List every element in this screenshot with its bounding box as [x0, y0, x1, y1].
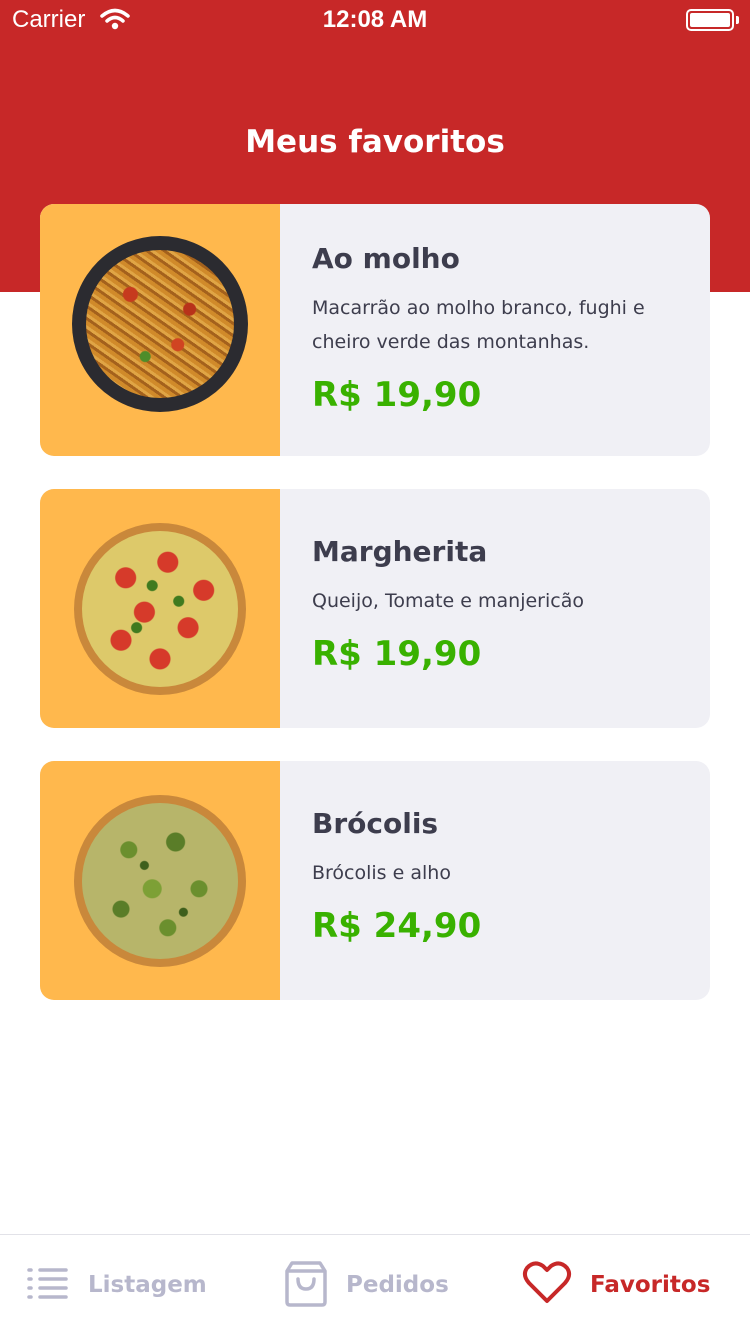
pizza-margherita-image — [74, 523, 246, 695]
pizza-broccoli-image — [74, 795, 246, 967]
food-price: R$ 19,90 — [312, 634, 482, 674]
food-image-container — [40, 204, 280, 456]
food-name: Brócolis — [312, 807, 439, 840]
food-image-container — [40, 489, 280, 728]
shopping-bag-icon — [284, 1259, 328, 1311]
food-price: R$ 24,90 — [312, 906, 482, 946]
favorite-card[interactable]: Margherita Queijo, Tomate e manjericão R… — [40, 489, 710, 728]
tab-pedidos[interactable]: Pedidos — [284, 1235, 449, 1334]
tab-label: Listagem — [88, 1272, 207, 1298]
status-bar: Carrier 12:08 AM — [0, 0, 750, 40]
tab-bar: Listagem Pedidos Favoritos — [0, 1234, 750, 1334]
pasta-image — [72, 236, 248, 412]
food-description: Macarrão ao molho branco, fughi e cheiro… — [312, 297, 645, 353]
list-icon — [26, 1265, 70, 1305]
battery-cap — [736, 16, 739, 24]
food-name: Ao molho — [312, 242, 460, 275]
tab-listagem[interactable]: Listagem — [26, 1235, 207, 1334]
status-time: 12:08 AM — [322, 6, 428, 33]
food-price: R$ 19,90 — [312, 375, 482, 415]
tab-favoritos[interactable]: Favoritos — [522, 1235, 710, 1334]
food-name: Margherita — [312, 535, 488, 568]
food-image-container — [40, 761, 280, 1000]
tab-label: Favoritos — [590, 1272, 711, 1298]
heart-icon — [522, 1261, 572, 1309]
favorite-card[interactable]: Brócolis Brócolis e alho R$ 24,90 — [40, 761, 710, 1000]
food-description: Queijo, Tomate e manjericão — [312, 590, 584, 612]
food-description: Brócolis e alho — [312, 862, 451, 884]
page-title: Meus favoritos — [245, 124, 505, 160]
tab-label: Pedidos — [346, 1272, 449, 1298]
battery-icon — [686, 9, 734, 31]
favorite-card[interactable]: Ao molho Macarrão ao molho branco, fughi… — [40, 204, 710, 456]
